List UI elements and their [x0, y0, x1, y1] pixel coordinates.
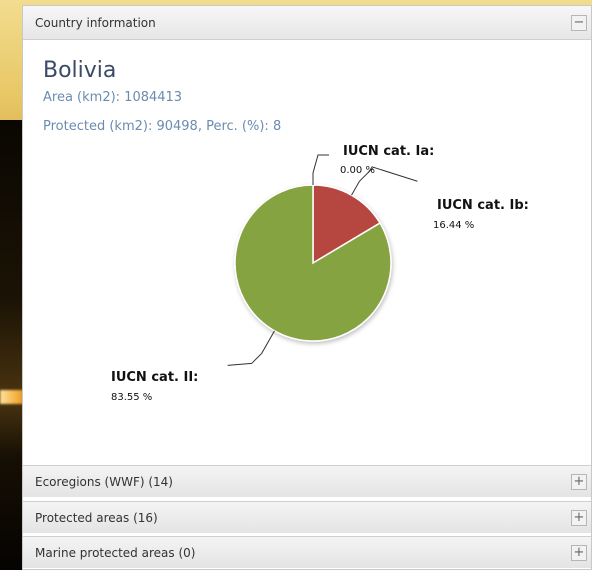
slice-value-ii: 83.55 % [111, 392, 152, 403]
accordion-label: Ecoregions (WWF) (14) [35, 475, 173, 489]
accordion-ecoregions[interactable]: Ecoregions (WWF) (14) + [23, 465, 591, 497]
accordion-protected-areas[interactable]: Protected areas (16) + [23, 501, 591, 533]
slice-label-ii: IUCN cat. II [111, 370, 193, 385]
expand-icon[interactable]: + [571, 545, 587, 561]
expand-icon[interactable]: + [571, 510, 587, 526]
expand-icon[interactable]: + [571, 474, 587, 490]
slice-value-ia: 0.00 % [340, 165, 375, 176]
pie-chart: IUCN cat. Ia: 0.00 % IUCN cat. Ib: 16.44… [111, 144, 529, 403]
svg-text:IUCN cat. Ia:: IUCN cat. Ia: [343, 144, 434, 159]
svg-text:IUCN cat. Ib:: IUCN cat. Ib: [437, 198, 529, 213]
accordion-label: Protected areas (16) [35, 511, 158, 525]
panel-header[interactable]: Country information − [23, 6, 591, 40]
slice-label-ib: IUCN cat. Ib [437, 198, 524, 213]
connector-ii [227, 330, 275, 366]
slice-label-ia: IUCN cat. Ia [343, 144, 429, 159]
connector-ia [312, 154, 329, 185]
accordion-marine-protected-areas[interactable]: Marine protected areas (0) + [23, 536, 591, 568]
collapse-icon[interactable]: − [571, 15, 587, 31]
country-information-panel: Country information − Bolivia Area (km2)… [22, 5, 592, 570]
slice-value-ib: 16.44 % [433, 220, 474, 231]
svg-text:IUCN cat. II:: IUCN cat. II: [111, 370, 198, 385]
panel-title: Country information [35, 16, 156, 30]
accordion-label: Marine protected areas (0) [35, 546, 196, 560]
